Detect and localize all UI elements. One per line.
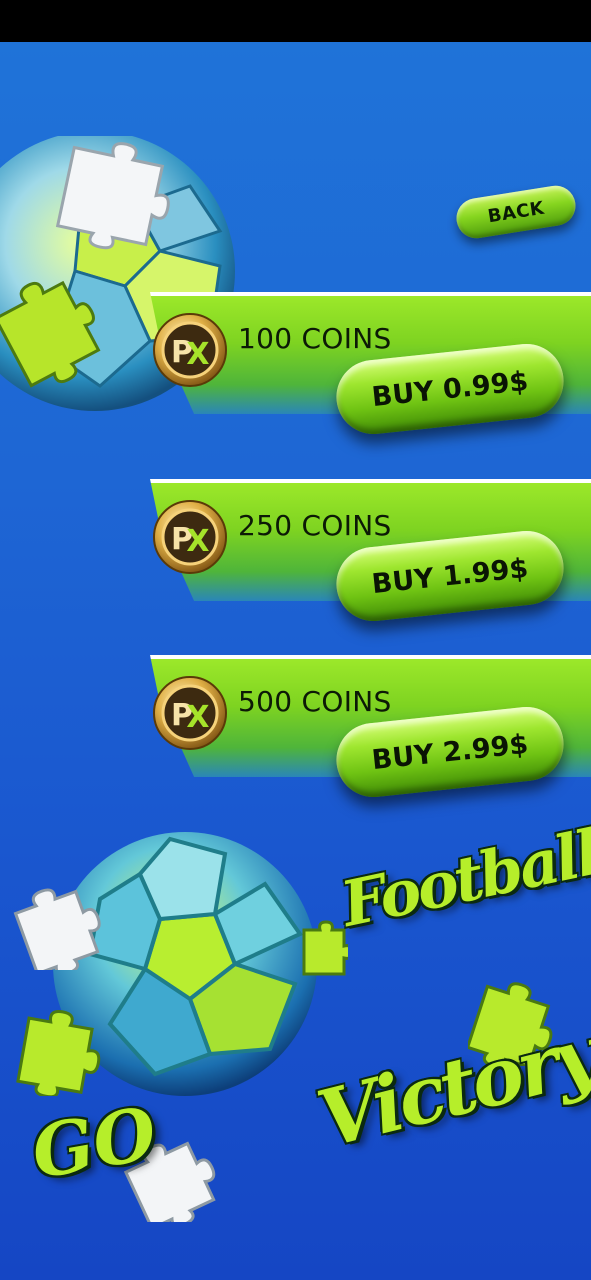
coin-offer-500: P X 500 COINS BUY 2.99$ — [150, 655, 591, 801]
back-button-label: BACK — [486, 197, 546, 227]
buy-button-label: BUY 2.99$ — [370, 728, 530, 776]
coin-offer-100: P X 100 COINS BUY 0.99$ — [150, 292, 591, 438]
coin-offer-250: P X 250 COINS BUY 1.99$ — [150, 479, 591, 625]
green-puzzle-piece-icon — [16, 1010, 101, 1096]
green-puzzle-piece-icon — [302, 920, 348, 976]
px-coin-icon: P X — [153, 313, 227, 387]
back-button[interactable]: BACK — [453, 182, 579, 242]
offer-title: 500 COINS — [238, 685, 392, 718]
svg-text:X: X — [186, 524, 209, 559]
offer-title: 100 COINS — [238, 322, 392, 355]
graffiti-victory-text: Victory — [309, 1009, 591, 1166]
svg-text:X: X — [186, 337, 209, 372]
svg-text:X: X — [186, 700, 209, 735]
buy-button-label: BUY 0.99$ — [370, 365, 530, 413]
shop-background: BACK P X 100 COINS BUY 0.99$ P X 250 COI… — [0, 42, 591, 1280]
offer-title: 250 COINS — [238, 509, 392, 542]
app-screen: BACK P X 100 COINS BUY 0.99$ P X 250 COI… — [0, 0, 591, 1280]
px-coin-icon: P X — [153, 676, 227, 750]
bottom-decoration: Football Victory GO — [0, 816, 591, 1224]
status-bar — [0, 0, 591, 42]
px-coin-icon: P X — [153, 500, 227, 574]
white-puzzle-piece-icon — [13, 888, 101, 970]
graffiti-football-text: Football — [335, 815, 591, 942]
buy-button-label: BUY 1.99$ — [370, 552, 530, 600]
